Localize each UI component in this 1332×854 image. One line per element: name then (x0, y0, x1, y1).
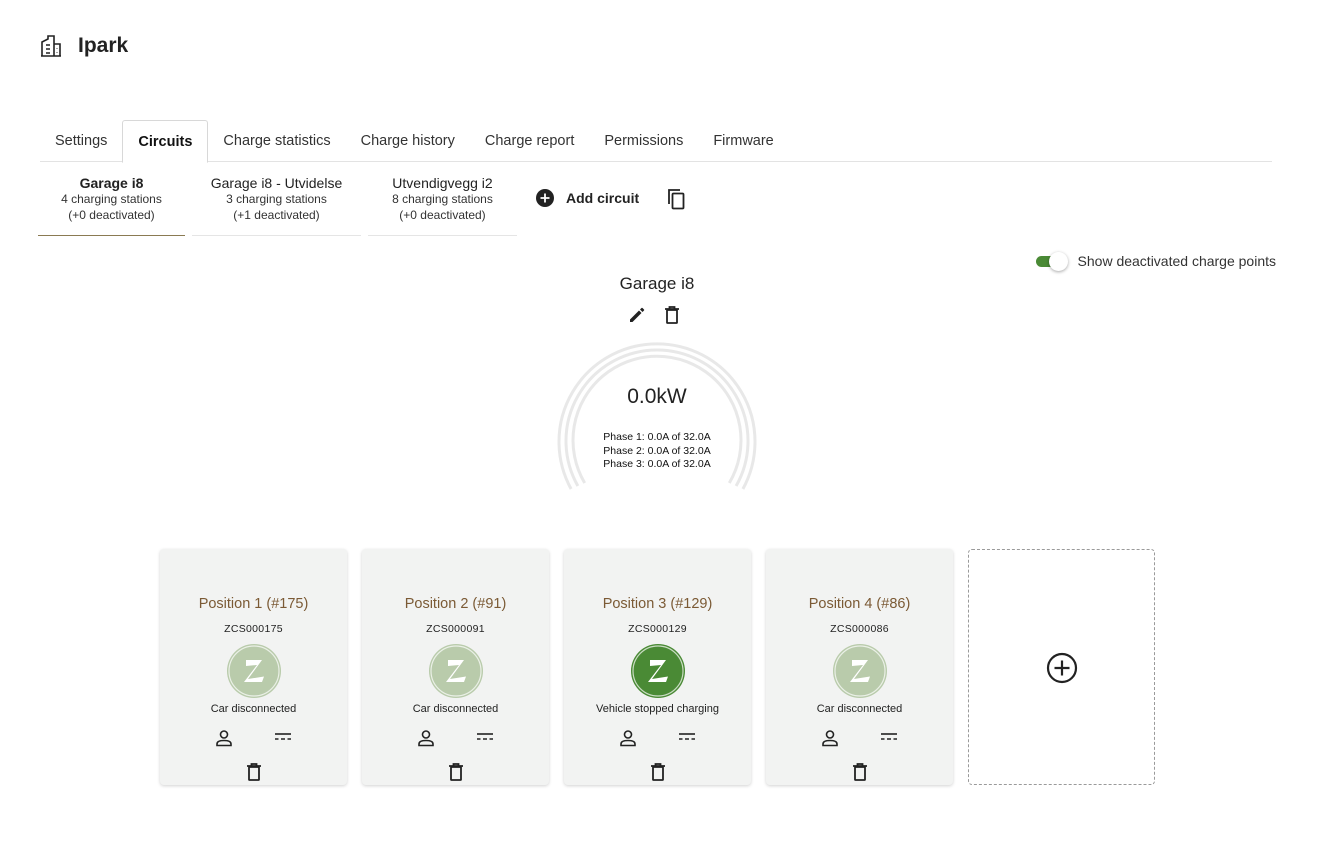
switch-thumb (1048, 252, 1068, 271)
phase-1-readout: Phase 1: 0.0A of 32.0A (603, 431, 711, 443)
show-deactivated-toggle-row: Show deactivated charge points (1035, 251, 1276, 271)
delete-charge-point-icon[interactable] (650, 762, 666, 782)
charge-point-serial: ZCS000091 (426, 623, 485, 635)
user-icon[interactable] (821, 729, 839, 747)
charge-point-status: Vehicle stopped charging (596, 703, 719, 715)
circuit-station-count: 3 charging stations (226, 192, 327, 206)
delete-circuit-icon[interactable] (664, 305, 680, 325)
charge-point-status: Car disconnected (210, 703, 297, 715)
charge-point-card[interactable]: Position 2 (#91) ZCS000091 Car disconnec… (362, 549, 549, 785)
tab-circuits[interactable]: Circuits (122, 120, 209, 163)
charge-point-card[interactable]: Position 1 (#175) ZCS000175 Car disconne… (160, 549, 347, 785)
delete-charge-point-icon[interactable] (852, 762, 868, 782)
charge-point-list: Position 1 (#175) ZCS000175 Car disconne… (160, 549, 1155, 785)
phase-3-readout: Phase 3: 0.0A of 32.0A (603, 458, 711, 470)
circuit-station-count: 8 charging stations (392, 192, 493, 206)
circuit-selector: Garage i8 4 charging stations (+0 deacti… (38, 170, 686, 236)
building-icon (40, 34, 62, 58)
circuit-deactivated-count: (+0 deactivated) (399, 208, 486, 222)
show-deactivated-switch[interactable] (1035, 251, 1068, 271)
charge-point-position: Position 2 (#91) (404, 596, 507, 612)
tab-firmware[interactable]: Firmware (698, 120, 788, 162)
dc-current-icon (880, 732, 898, 742)
circuit-name: Utvendigvegg i2 (392, 175, 493, 191)
page-header: Ipark (40, 34, 128, 58)
circuit-power-value: 0.0kW (627, 385, 687, 408)
tab-permissions[interactable]: Permissions (589, 120, 698, 162)
dc-current-icon (274, 732, 292, 742)
add-charge-point-button[interactable] (968, 549, 1155, 785)
zaptec-logo-icon (832, 643, 888, 699)
circuit-deactivated-count: (+1 deactivated) (233, 208, 320, 222)
dc-current-icon (476, 732, 494, 742)
charge-point-position: Position 4 (#86) (808, 596, 911, 612)
charge-point-position: Position 1 (#175) (198, 596, 309, 612)
selected-circuit-title: Garage i8 (619, 274, 695, 293)
circuit-tab-garage-i8[interactable]: Garage i8 4 charging stations (+0 deacti… (38, 170, 185, 236)
zaptec-logo-icon (630, 643, 686, 699)
circuit-station-count: 4 charging stations (61, 192, 162, 206)
add-circuit-button[interactable]: Add circuit (536, 189, 639, 207)
phase-2-readout: Phase 2: 0.0A of 32.0A (603, 444, 711, 457)
zaptec-logo-icon (226, 643, 282, 699)
charge-point-position: Position 3 (#129) (602, 596, 713, 612)
charge-point-serial: ZCS000129 (628, 623, 687, 635)
copy-circuit-button[interactable] (666, 188, 686, 215)
charge-point-status: Car disconnected (412, 703, 499, 715)
circuit-name: Garage i8 - Utvidelse (210, 175, 343, 191)
show-deactivated-label: Show deactivated charge points (1077, 253, 1276, 269)
delete-charge-point-icon[interactable] (246, 762, 262, 782)
delete-charge-point-icon[interactable] (448, 762, 464, 782)
add-circle-icon (536, 189, 554, 207)
tab-charge-report[interactable]: Charge report (470, 120, 589, 162)
tab-charge-history[interactable]: Charge history (346, 120, 470, 162)
page-title: Ipark (78, 34, 129, 57)
user-icon[interactable] (619, 729, 637, 747)
phase-readouts: Phase 1: 0.0A of 32.0A Phase 2: 0.0A of … (557, 431, 757, 472)
power-gauge: 0.0kW Phase 1: 0.0A of 32.0A Phase 2: 0.… (557, 342, 757, 492)
zaptec-logo-icon (428, 643, 484, 699)
charge-point-card[interactable]: Position 3 (#129) ZCS000129 Vehicle stop… (564, 549, 751, 785)
dc-current-icon (678, 732, 696, 742)
circuit-deactivated-count: (+0 deactivated) (68, 208, 155, 222)
circuit-actions (627, 305, 680, 325)
charge-point-serial: ZCS000175 (224, 623, 283, 635)
tab-charge-statistics[interactable]: Charge statistics (208, 120, 345, 162)
circuit-tab-utvendigvegg-i2[interactable]: Utvendigvegg i2 8 charging stations (+0 … (368, 170, 517, 236)
charge-point-serial: ZCS000086 (830, 623, 889, 635)
user-icon[interactable] (417, 729, 435, 747)
copy-icon (666, 188, 686, 210)
charge-point-status: Car disconnected (816, 703, 903, 715)
add-circuit-label: Add circuit (566, 190, 640, 206)
main-tabs: Settings Circuits Charge statistics Char… (40, 120, 1272, 163)
edit-icon[interactable] (627, 305, 647, 325)
tab-settings[interactable]: Settings (40, 120, 122, 162)
circuit-tab-garage-i8-utvidelse[interactable]: Garage i8 - Utvidelse 3 charging station… (192, 170, 361, 236)
user-icon[interactable] (215, 729, 233, 747)
circuit-name: Garage i8 (79, 175, 144, 191)
charge-point-card[interactable]: Position 4 (#86) ZCS000086 Car disconnec… (766, 549, 953, 785)
